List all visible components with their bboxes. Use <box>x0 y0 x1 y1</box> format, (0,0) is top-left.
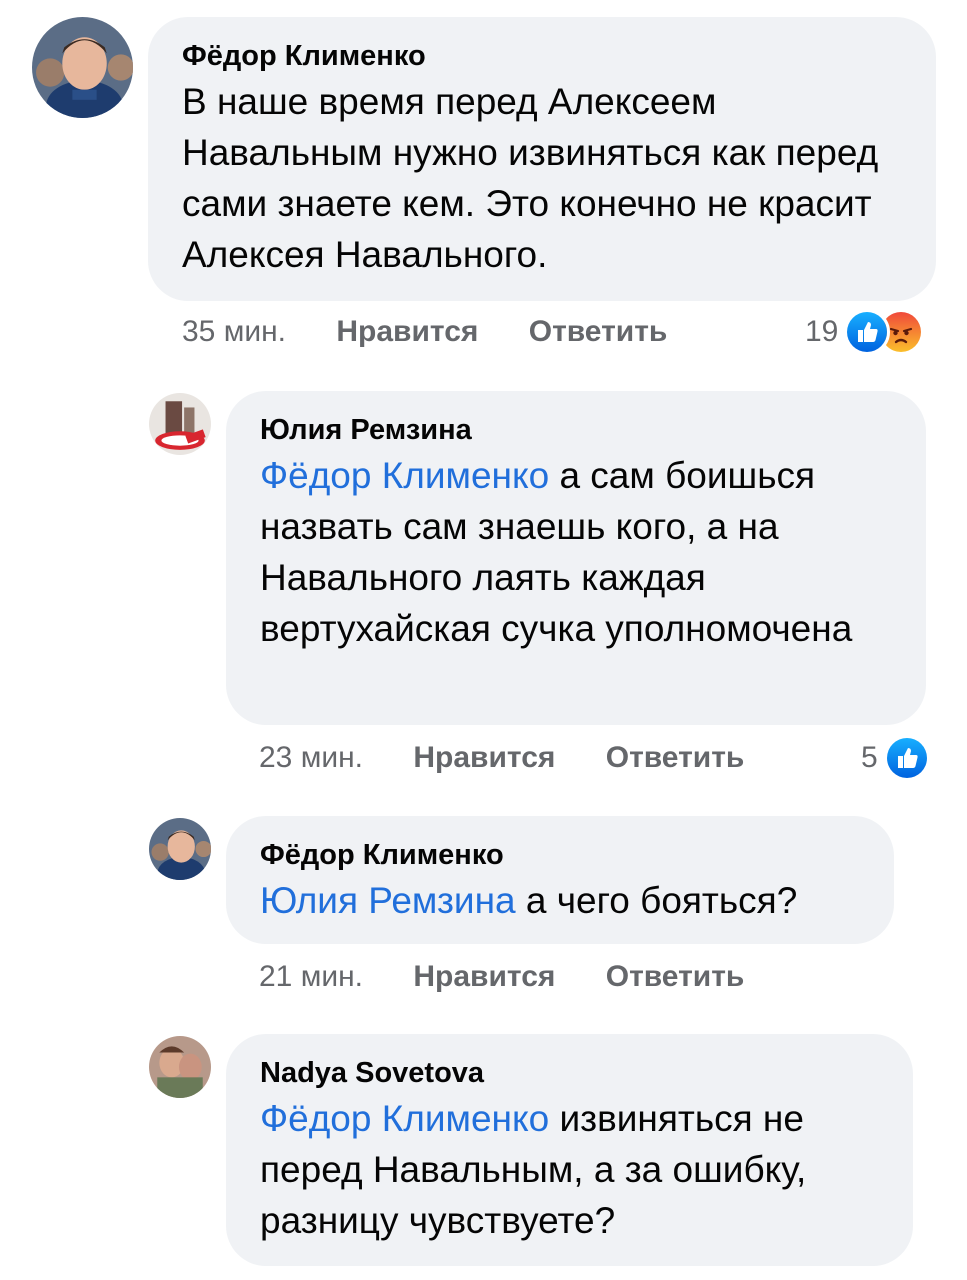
comment-text: В наше время перед Алексеем Навальным ну… <box>182 81 879 275</box>
comment-author[interactable]: Юлия Ремзина <box>260 413 892 447</box>
avatar[interactable] <box>149 1036 211 1098</box>
like-button[interactable]: Нравится <box>413 741 555 774</box>
reaction-count: 5 <box>861 741 878 774</box>
comment-text: Фёдор Клименко а сам боишься назвать сам… <box>260 450 892 654</box>
comment-text: Фёдор Клименко извиняться не перед Навал… <box>260 1093 879 1246</box>
like-button[interactable]: Нравится <box>413 960 555 993</box>
comment-time[interactable]: 35 мин. <box>182 315 286 348</box>
reaction-summary[interactable]: 5 <box>861 735 930 781</box>
comment-author[interactable]: Nadya Sovetova <box>260 1056 879 1090</box>
comment-actions: 21 мин. Нравится Ответить <box>259 959 744 995</box>
mention-link[interactable]: Фёдор Клименко <box>260 1098 549 1139</box>
reply-button[interactable]: Ответить <box>606 960 745 993</box>
comment-time[interactable]: 21 мин. <box>259 960 363 993</box>
comment-actions: 35 мин. Нравится Ответить <box>182 314 667 350</box>
comment-bubble: Фёдор Клименко Юлия Ремзина а чего боять… <box>226 816 894 944</box>
like-icon <box>883 735 930 781</box>
comment-text: Юлия Ремзина а чего бояться? <box>260 875 860 926</box>
like-button[interactable]: Нравится <box>336 315 478 348</box>
comment-bubble: Фёдор Клименко В наше время перед Алексе… <box>148 17 936 301</box>
like-icon <box>844 309 891 355</box>
avatar[interactable] <box>149 818 211 880</box>
comment-bubble: Юлия Ремзина Фёдор Клименко а сам боишьс… <box>226 391 926 725</box>
comment-actions: 23 мин. Нравится Ответить <box>259 740 744 776</box>
reply-button[interactable]: Ответить <box>606 741 745 774</box>
comment-body: а чего бояться? <box>515 880 798 921</box>
comment-author[interactable]: Фёдор Клименко <box>260 838 860 872</box>
comment-time[interactable]: 23 мин. <box>259 741 363 774</box>
mention-link[interactable]: Юлия Ремзина <box>260 880 516 921</box>
mention-link[interactable]: Фёдор Клименко <box>260 455 549 496</box>
comment-bubble: Nadya Sovetova Фёдор Клименко извиняться… <box>226 1034 913 1266</box>
reply-button[interactable]: Ответить <box>529 315 668 348</box>
comment-author[interactable]: Фёдор Клименко <box>182 39 902 73</box>
reaction-count: 19 <box>805 315 839 348</box>
reaction-summary[interactable]: 19 <box>805 309 925 355</box>
avatar[interactable] <box>149 393 211 455</box>
avatar[interactable] <box>32 17 133 118</box>
